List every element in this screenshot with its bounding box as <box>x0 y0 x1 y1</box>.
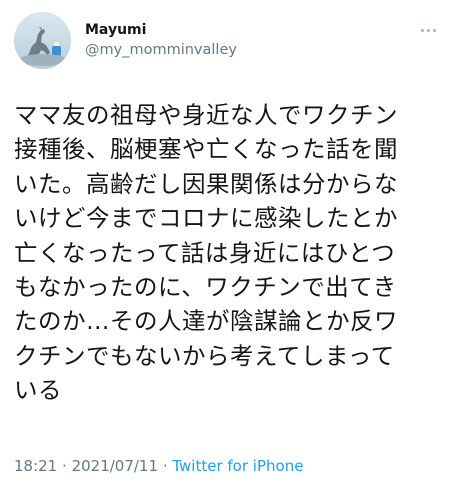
tweet-text: ママ友の祖母や身近な人でワクチン 接種後、脳梗塞や亡くなった話を聞 いた。高齢だ… <box>14 98 446 408</box>
tweet-text-line: 亡くなったって話は身近にはひとつ <box>14 238 396 267</box>
tweet-text-line: いる <box>14 376 62 405</box>
tweet-text-line: いけど今までコロナに感染したとか <box>14 204 398 233</box>
avatar-image <box>14 12 71 69</box>
more-dot <box>420 28 424 32</box>
tweet-date[interactable]: 2021/07/11 <box>72 457 158 475</box>
user-handle[interactable]: @my_momminvalley <box>85 40 237 60</box>
tweet-text-line: 接種後、脳梗塞や亡くなった話を聞 <box>14 135 398 164</box>
more-options-icon[interactable] <box>418 26 438 34</box>
avatar[interactable] <box>14 12 71 69</box>
display-name[interactable]: Mayumi <box>85 21 237 39</box>
tweet-time[interactable]: 18:21 <box>14 457 57 475</box>
tweet-header: Mayumi @my_momminvalley <box>14 12 444 72</box>
meta-separator: · <box>62 457 72 475</box>
tweet-card: Mayumi @my_momminvalley ママ友の祖母や身近な人でワクチン… <box>0 0 457 489</box>
tweet-source-link[interactable]: Twitter for iPhone <box>172 457 303 475</box>
tweet-text-line: もなかったのに、ワクチンで出てき <box>14 273 397 302</box>
meta-separator: · <box>162 457 173 475</box>
author-names: Mayumi @my_momminvalley <box>85 21 237 60</box>
tweet-text-line: いた。高齢だし因果関係は分からな <box>14 169 398 198</box>
tweet-meta: 18:21 · 2021/07/11 · Twitter for iPhone <box>14 456 303 476</box>
tweet-text-line: クチンでもないから考えてしまって <box>14 341 395 370</box>
tweet-text-line: ママ友の祖母や身近な人でワクチン <box>14 101 398 129</box>
tweet-text-line: たのか…その人達が陰謀論とか反ワ <box>14 307 398 336</box>
more-dot <box>426 28 430 32</box>
more-dot <box>432 28 436 32</box>
